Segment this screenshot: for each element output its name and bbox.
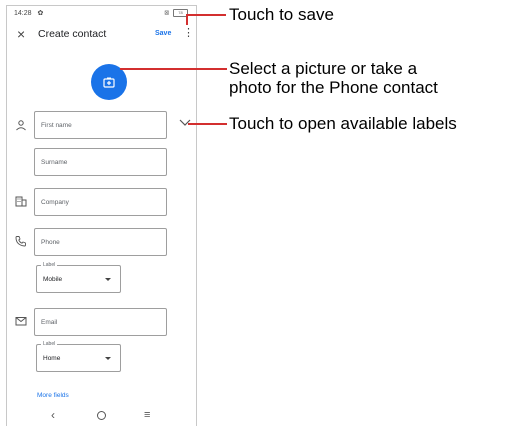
first-name-field[interactable]: First name [34,111,167,139]
close-icon[interactable]: × [17,27,25,41]
photo-callout-text-1: Select a picture or take a [229,59,418,78]
person-icon [16,120,26,131]
dropdown-arrow-icon [105,357,111,360]
menu-icon[interactable]: ≡ [144,409,150,421]
email-label-value: Home [43,355,61,362]
email-icon [15,317,27,326]
home-icon[interactable] [97,411,106,420]
save-button[interactable]: Save [155,30,171,37]
more-fields-link[interactable]: More fields [37,392,69,399]
dropdown-arrow-icon [105,278,111,281]
phone-field[interactable]: Phone [34,228,167,256]
page-title: Create contact [38,28,107,40]
photo-callout-text-2: photo for the Phone contact [229,78,438,97]
phone-label-value: Mobile [43,276,63,283]
status-indicators: ⊠ 78 [164,9,188,17]
back-icon[interactable]: ‹ [51,409,55,421]
save-callout-line [186,14,226,16]
surname-field[interactable]: Surname [34,148,167,176]
battery-level: 78 [178,10,183,15]
email-label-select[interactable]: Label Home [36,341,121,372]
email-label-caption: Label [41,341,58,348]
labels-callout-text: Touch to open available labels [229,114,457,133]
labels-callout-line [188,123,227,125]
status-time: 14:28 [14,10,32,17]
save-callout-text: Touch to save [229,5,334,24]
phone-label-caption: Label [41,262,58,269]
more-vert-icon[interactable]: ⋮ [183,28,194,39]
email-field[interactable]: Email [34,308,167,336]
company-field[interactable]: Company [34,188,167,216]
app-bar: × Create contact Save ⋮ [7,24,196,46]
status-bar: 14:28 ✿ [14,9,43,17]
business-icon [15,196,27,207]
photo-callout-line [120,68,227,70]
add-photo-icon [103,77,115,88]
phone-icon [15,236,26,247]
network-icon: ⊠ [164,10,170,17]
phone-label-select[interactable]: Label Mobile [36,262,121,293]
gear-icon: ✿ [37,10,44,17]
